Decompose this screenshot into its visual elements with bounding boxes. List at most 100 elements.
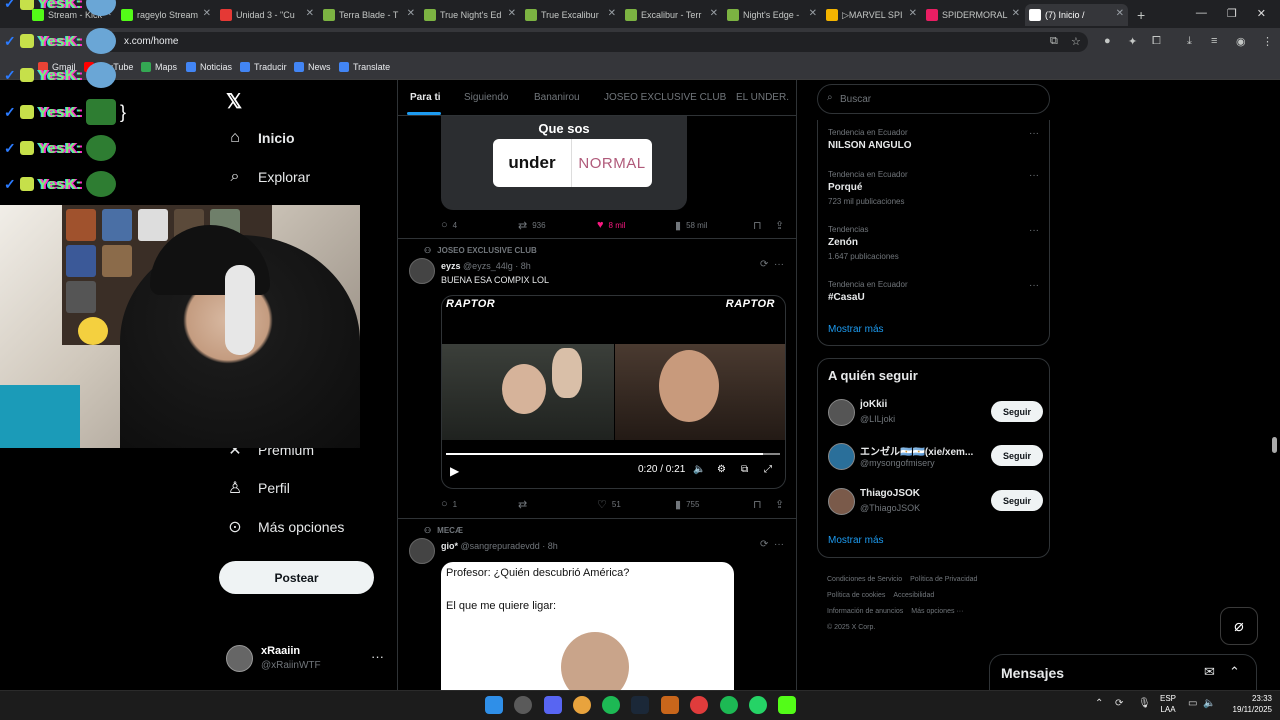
community-label[interactable]: ⚇ JOSEO EXCLUSIVE CLUB [424, 246, 537, 255]
more-dots-icon[interactable]: ··· [1029, 128, 1039, 139]
follow-suggestion[interactable]: ThiagoJSOK @ThiagoJSOK Seguir [828, 488, 1043, 518]
new-message-icon[interactable]: ✉ [1204, 664, 1215, 680]
browser-tab[interactable]: SPIDERMORAL ✕ [922, 4, 1024, 26]
post-author[interactable]: eyzs @eyzs_44lg · 8h [441, 261, 531, 271]
tab-el-under[interactable]: EL UNDER. [736, 92, 789, 103]
show-more-trends-link[interactable]: Mostrar más [828, 324, 884, 335]
network-icon[interactable]: ▭ [1188, 698, 1197, 709]
show-more-follow-link[interactable]: Mostrar más [828, 535, 884, 546]
browser-tab[interactable]: True Excalibur ✕ [521, 4, 620, 26]
bookmark-button[interactable]: ⊓ [753, 498, 762, 511]
tab-bananirou[interactable]: Bananirou [534, 92, 580, 103]
kick-icon[interactable] [778, 696, 796, 714]
post-image[interactable]: Profesor: ¿Quién descubrió América? El q… [441, 562, 734, 690]
browser-tab[interactable]: Night's Edge - ✕ [723, 4, 821, 26]
expand-icon[interactable]: ⌃ [1229, 664, 1240, 680]
follow-suggestion[interactable]: joKkii @LILjoki Seguir [828, 399, 1043, 429]
close-tab-icon[interactable]: ✕ [1116, 8, 1124, 19]
extensions-puzzle-icon[interactable]: ⧠ [1152, 35, 1161, 48]
spotify-icon[interactable] [602, 696, 620, 714]
whatsapp-icon[interactable] [749, 696, 767, 714]
post-options[interactable]: ⟳ ··· [760, 539, 784, 550]
follow-suggestion[interactable]: エンゼル🇦🇷🇦🇷(xie/xem... @mysongofmisery Segu… [828, 443, 1043, 473]
picture-in-picture-icon[interactable]: ⧉ [741, 464, 748, 475]
messages-drawer[interactable]: Mensajes ✉ ⌃ [989, 654, 1257, 690]
footer-link[interactable]: Política de cookies [827, 592, 885, 599]
footer-link[interactable]: Más opciones ··· [911, 608, 963, 615]
tab-siguiendo[interactable]: Siguiendo [464, 92, 508, 103]
tab-joseo-exclusive-club[interactable]: JOSEO EXCLUSIVE CLUB [604, 92, 726, 103]
browser-tab[interactable]: Unidad 3 - "Cu ✕ [216, 4, 318, 26]
post-author[interactable]: gio* @sangrepuradevdd · 8h [441, 541, 558, 551]
close-tab-icon[interactable]: ✕ [710, 8, 718, 19]
bookmark-noticias[interactable]: Noticias [186, 62, 232, 72]
translate-extension-icon[interactable]: ✦ [1128, 35, 1137, 48]
grok-button[interactable]: ⌀ [1220, 607, 1258, 645]
community-label[interactable]: ⚇ MECÆ [424, 526, 463, 535]
repost-button[interactable]: ⇄ 936 [518, 219, 546, 232]
play-icon[interactable]: ▶ [450, 464, 459, 478]
close-tab-icon[interactable]: ✕ [407, 8, 415, 19]
close-tab-icon[interactable]: ✕ [909, 8, 917, 19]
reply-button[interactable]: ○ 4 [441, 219, 457, 231]
nav-inicio[interactable]: ⌂ Inicio [226, 129, 294, 147]
tray-chevron-icon[interactable]: ⌃ [1095, 698, 1103, 709]
views-button[interactable]: ▮ 755 [675, 498, 699, 511]
follow-button[interactable]: Seguir [991, 445, 1043, 466]
reply-button[interactable]: ○ 1 [441, 498, 457, 510]
maximize-icon[interactable]: ❐ [1227, 7, 1237, 21]
trend-item[interactable]: Tendencias Zenón 1.647 publicaciones [828, 225, 899, 261]
input-language[interactable]: ESP LAA [1160, 693, 1176, 715]
close-tab-icon[interactable]: ✕ [608, 8, 616, 19]
close-tab-icon[interactable]: ✕ [306, 8, 314, 19]
close-tab-icon[interactable]: ✕ [203, 8, 211, 19]
sync-icon[interactable]: ⟳ [1115, 698, 1123, 709]
bookmark-news[interactable]: News [294, 62, 331, 72]
video-player[interactable]: RAPTOR RAPTOR ▶ 0:20 / 0:21 🔈 ⚙ ⧉ ⤢ [441, 295, 786, 489]
brave-icon[interactable] [661, 696, 679, 714]
account-switcher[interactable]: xRaaiin @xRaiinWTF ··· [226, 643, 386, 675]
trend-item[interactable]: Tendencia en Ecuador Porqué 723 mil public… [828, 170, 908, 206]
footer-link[interactable]: Información de anuncios [827, 608, 903, 615]
avatar[interactable] [409, 258, 435, 284]
x-logo-icon[interactable]: 𝕏 [226, 89, 242, 114]
footer-link[interactable]: Condiciones de Servicio [827, 576, 902, 583]
browser-tab[interactable]: Excalibur - Terr ✕ [621, 4, 722, 26]
close-tab-icon[interactable]: ✕ [508, 8, 516, 19]
page-scrollbar[interactable] [1272, 437, 1277, 453]
minimize-icon[interactable]: — [1196, 7, 1207, 21]
close-window-icon[interactable]: ✕ [1257, 7, 1266, 21]
bookmark-translate[interactable]: Translate [339, 62, 390, 72]
profile-avatar-icon[interactable]: ◉ [1236, 35, 1246, 48]
trend-item[interactable]: Tendencia en Ecuador #CasaU [828, 280, 908, 303]
tab-para-ti[interactable]: Para ti [410, 92, 441, 103]
bookmark-button[interactable]: ⊓ [753, 219, 762, 232]
bookmark-traducir[interactable]: Traducir [240, 62, 287, 72]
windows-start-icon[interactable] [485, 696, 503, 714]
more-dots-icon[interactable]: ··· [1029, 225, 1039, 236]
follow-button[interactable]: Seguir [991, 490, 1043, 511]
bookmark-maps[interactable]: Maps [141, 62, 177, 72]
browser-tab[interactable]: ▷MARVEL SPI ✕ [822, 4, 921, 26]
microphone-icon[interactable]: 🎙 [1138, 698, 1151, 709]
footer-link[interactable]: Accesibilidad [893, 592, 934, 599]
discord-icon[interactable] [544, 696, 562, 714]
app-icon[interactable] [514, 696, 532, 714]
browser-menu-icon[interactable]: ⋮ [1262, 35, 1273, 48]
video-progress-bar[interactable] [446, 453, 780, 455]
download-icon[interactable]: ⤓ [1187, 35, 1192, 48]
chrome-icon[interactable] [573, 696, 591, 714]
post-options[interactable]: ⟳ ··· [760, 259, 784, 270]
more-dots-icon[interactable]: ··· [1029, 280, 1039, 291]
browser-tab[interactable]: rageylo Stream ✕ [117, 4, 215, 26]
address-bar[interactable]: x.com/home [98, 32, 1088, 52]
avatar[interactable] [409, 538, 435, 564]
post-button[interactable]: Postear [219, 561, 374, 594]
like-button[interactable]: ♡ 51 [597, 498, 621, 511]
browser-tab[interactable]: True Night's Ed ✕ [420, 4, 520, 26]
steam-icon[interactable] [631, 696, 649, 714]
install-icon[interactable]: ⧉ [1050, 35, 1058, 48]
repost-button[interactable]: ⇄ [518, 498, 532, 511]
nav-perfil[interactable]: ♙ Perfil [226, 479, 290, 497]
extension-icon[interactable]: ● [1104, 35, 1111, 47]
